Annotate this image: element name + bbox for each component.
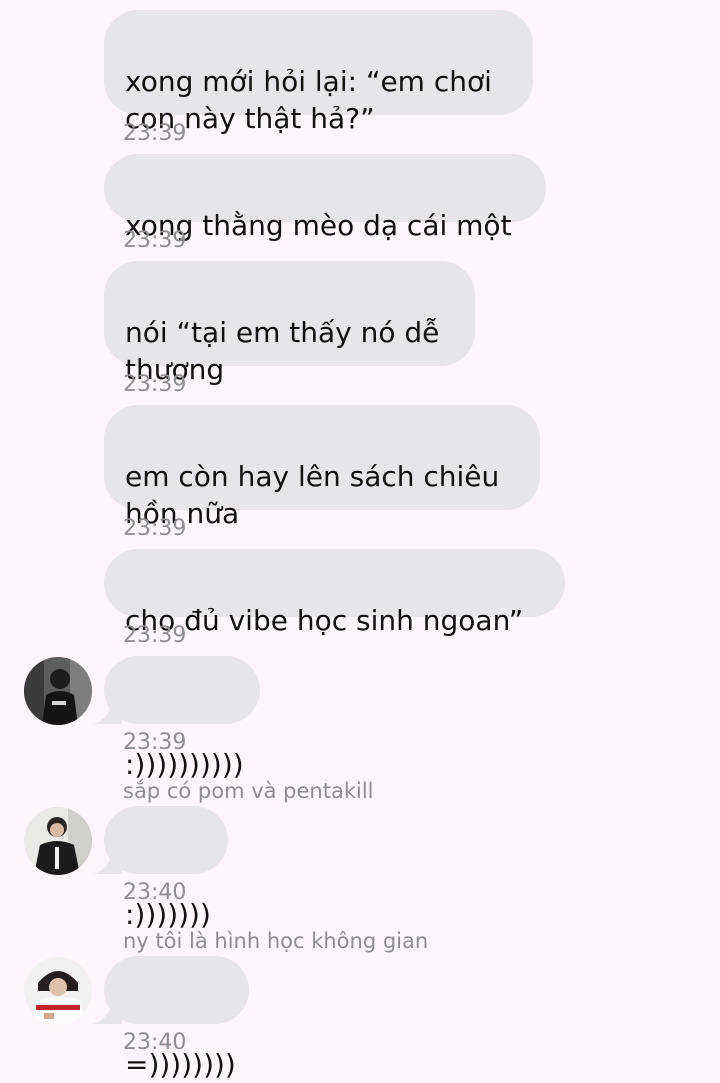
bubble-tail [92,698,122,724]
message-timestamp: 23:39 [123,372,187,397]
message-timestamp: 23:40 [123,1030,187,1055]
message-timestamp: 23:39 [123,516,187,541]
avatar[interactable] [24,957,92,1025]
avatar-photo [24,657,92,725]
avatar[interactable] [24,657,92,725]
message-timestamp: 23:39 [123,623,187,648]
message-timestamp: 23:39 [123,228,187,253]
message-bubble[interactable]: :))))))) [92,806,228,931]
bubble-tail [92,848,122,874]
message-timestamp: 23:40 [123,880,187,905]
message-bubble[interactable]: xong thằng mèo dạ cái một [104,154,546,242]
message-timestamp: 23:39 [123,730,187,755]
sender-name: sắp có pom và pentakill [123,779,374,803]
bubble-tail [92,998,122,1024]
message-timestamp: 23:39 [123,121,187,146]
message-bubble[interactable]: em còn hay lên sách chiêu hồn nữa [104,405,540,530]
message-bubble[interactable]: cho đủ vibe học sinh ngoan” [104,549,565,637]
message-bubble[interactable]: =)))))))) [92,956,249,1081]
message-bubble[interactable]: :)))))))))) [92,656,260,781]
avatar-photo [24,957,92,1025]
avatar[interactable] [24,807,92,875]
sender-name: ny tôi là hình học không gian [123,929,429,953]
message-bubble[interactable]: nói “tại em thấy nó dễ thương [104,261,475,386]
avatar-photo [24,807,92,875]
message-bubble[interactable]: xong mới hỏi lại: “em chơi con này thật … [104,10,533,135]
